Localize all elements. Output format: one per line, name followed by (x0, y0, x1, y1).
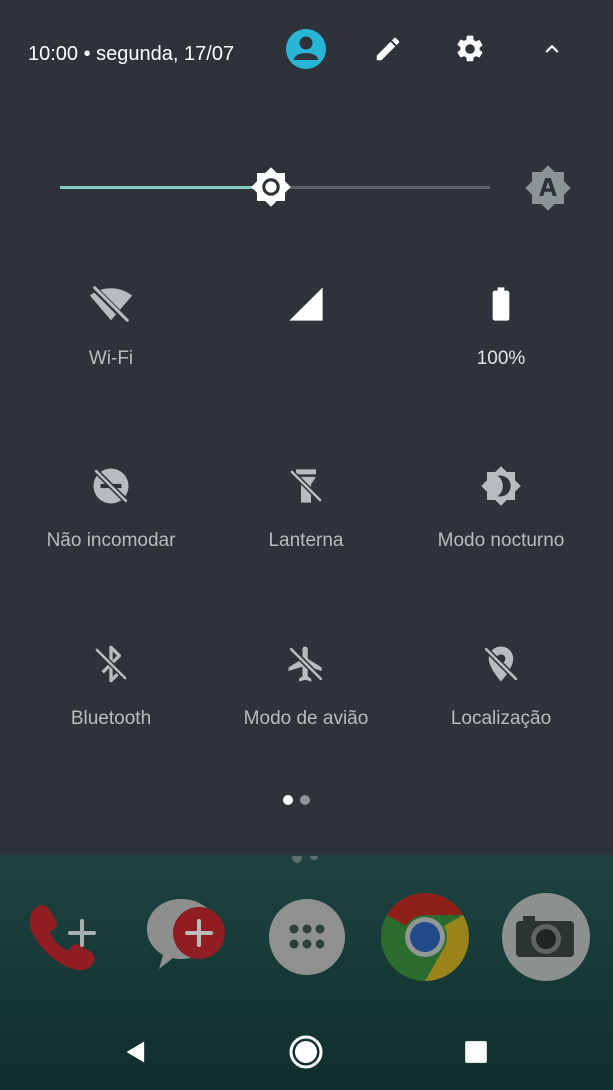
quick-settings-header: 10:00 • segunda, 17/07 (0, 22, 613, 74)
app-drawer-handle[interactable] (290, 852, 330, 867)
back-icon[interactable] (108, 1024, 164, 1080)
quick-settings-panel: 10:00 • segunda, 17/07 Wi-Fi 100% Não in… (0, 0, 613, 855)
recents-icon[interactable] (448, 1024, 504, 1080)
brightness-thumb-icon[interactable] (250, 166, 292, 208)
tile-cellular[interactable] (206, 280, 406, 400)
tile-flashlight[interactable]: Lanterna (206, 462, 406, 582)
app-drawer-icon[interactable] (262, 893, 352, 983)
navigation-bar (0, 1010, 613, 1090)
tile-battery[interactable]: 100% (401, 280, 601, 400)
night-mode-icon (477, 462, 525, 510)
tile-label: Lanterna (268, 530, 344, 551)
phone-app-icon[interactable] (22, 893, 112, 983)
tile-do-not-disturb[interactable]: Não incomodar (11, 462, 211, 582)
tile-label: Modo de avião (243, 708, 369, 729)
page-dot-active[interactable] (283, 795, 293, 805)
tile-label: Modo nocturno (437, 530, 565, 551)
wifi-off-icon (87, 280, 135, 328)
flashlight-off-icon (282, 462, 330, 510)
gear-icon[interactable] (448, 27, 492, 71)
home-icon[interactable] (278, 1024, 334, 1080)
tile-label: Localização (450, 708, 552, 729)
tile-label: Bluetooth (70, 708, 152, 729)
tile-location[interactable]: Localização (401, 640, 601, 760)
tile-label: 100% (476, 348, 526, 369)
tile-wifi[interactable]: Wi-Fi (11, 280, 211, 400)
page-dot[interactable] (300, 795, 310, 805)
camera-app-icon[interactable] (500, 893, 590, 983)
avatar-icon[interactable] (284, 27, 328, 71)
cellular-signal-icon (282, 280, 330, 328)
tile-label: Wi-Fi (88, 348, 134, 369)
brightness-slider[interactable] (60, 160, 580, 216)
tile-night-mode[interactable]: Modo nocturno (401, 462, 601, 582)
location-off-icon (477, 640, 525, 688)
brightness-auto-icon[interactable] (524, 164, 572, 212)
do-not-disturb-off-icon (87, 462, 135, 510)
messaging-app-icon[interactable] (143, 893, 233, 983)
edit-icon[interactable] (366, 27, 410, 71)
chrome-app-icon[interactable] (380, 893, 470, 983)
tile-bluetooth[interactable]: Bluetooth (11, 640, 211, 760)
airplane-mode-off-icon (282, 640, 330, 688)
bluetooth-off-icon (87, 640, 135, 688)
chevron-up-icon[interactable] (530, 27, 574, 71)
battery-full-icon (477, 280, 525, 328)
tile-label: Não incomodar (46, 530, 176, 551)
brightness-fill (60, 186, 271, 189)
tile-airplane-mode[interactable]: Modo de avião (206, 640, 406, 760)
date-time-text: 10:00 • segunda, 17/07 (28, 43, 235, 65)
